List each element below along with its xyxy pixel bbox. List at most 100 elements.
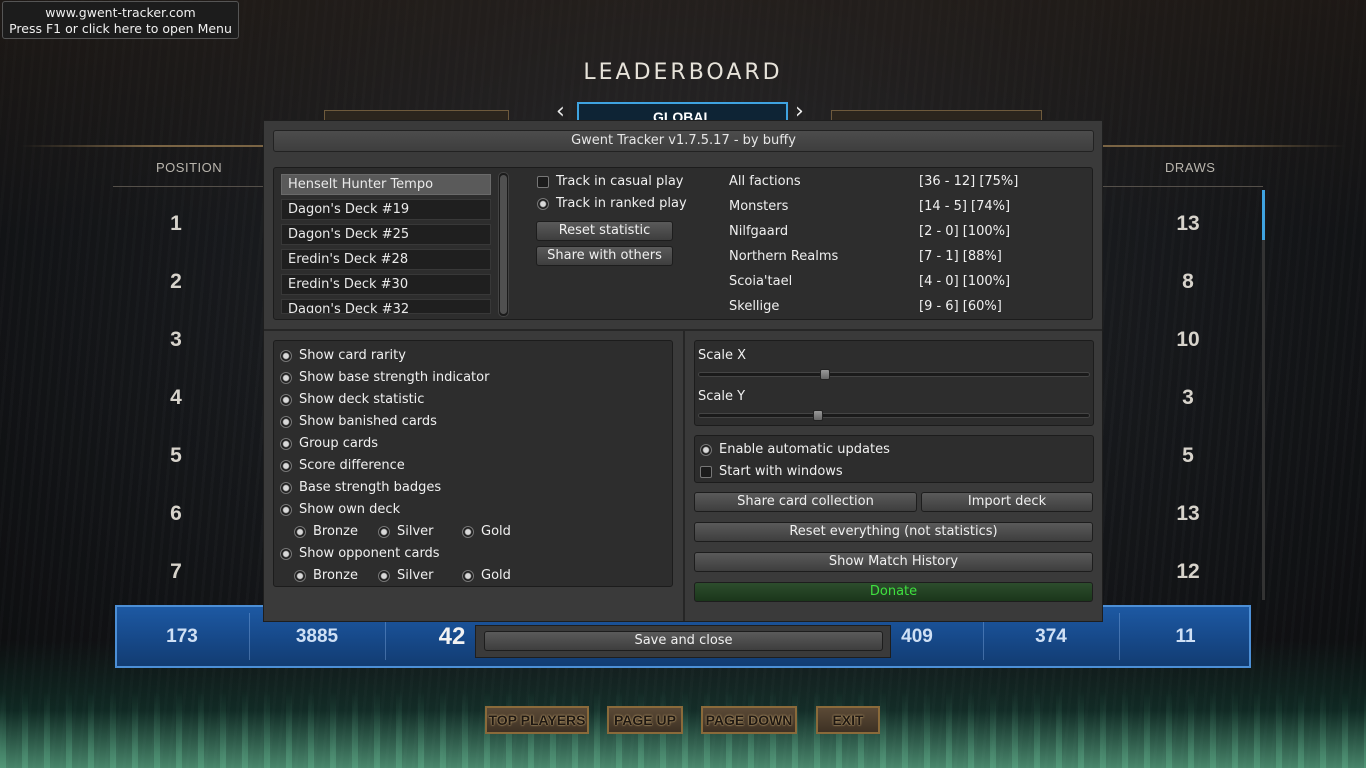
show-deck-statistic-option[interactable]: Show deck statistic <box>280 392 424 407</box>
deck-list-item[interactable]: Henselt Hunter Tempo <box>281 174 491 195</box>
deck-list-item[interactable]: Dagon's Deck #19 <box>281 199 491 220</box>
own-silver-option[interactable]: Silver <box>378 524 434 539</box>
draws-cell: 13 <box>1176 502 1200 525</box>
option-label: Show deck statistic <box>299 392 425 407</box>
faction-name: Monsters <box>729 199 789 214</box>
position-cell: 5 <box>170 444 182 467</box>
position-cell: 1 <box>170 212 182 235</box>
radio-icon <box>280 547 292 560</box>
track-ranked-checkbox[interactable]: Track in ranked play <box>537 196 687 211</box>
scrollbar-thumb[interactable] <box>1262 190 1265 240</box>
option-label: Score difference <box>299 458 405 473</box>
reset-statistic-button[interactable]: Reset statistic <box>536 221 673 241</box>
faction-name: Skellige <box>729 299 780 314</box>
page-up-button[interactable]: PAGE UP <box>607 706 683 734</box>
tracker-info-banner[interactable]: www.gwent-tracker.com Press F1 or click … <box>2 1 239 39</box>
start-with-windows-option[interactable]: Start with windows <box>700 464 843 479</box>
faction-name: All factions <box>729 174 801 189</box>
group-cards-option[interactable]: Group cards <box>280 436 378 451</box>
save-and-close-button[interactable]: Save and close <box>484 631 883 651</box>
faction-record: [7 - 1] [88%] <box>919 249 1002 264</box>
scale-x-slider-handle[interactable] <box>820 369 831 380</box>
reset-everything-button[interactable]: Reset everything (not statistics) <box>694 522 1093 542</box>
exit-button[interactable]: EXIT <box>816 706 880 734</box>
deck-list-scrollbar[interactable] <box>498 172 509 317</box>
deck-list-item[interactable]: Eredin's Deck #30 <box>281 274 491 295</box>
track-casual-checkbox[interactable]: Track in casual play <box>537 174 684 189</box>
deck-list-item[interactable]: Eredin's Deck #28 <box>281 249 491 270</box>
show-base-strength-indicator-option[interactable]: Show base strength indicator <box>280 370 489 385</box>
radio-icon <box>280 415 292 428</box>
opponent-gold-option[interactable]: Gold <box>462 568 511 583</box>
tracker-hint: Press F1 or click here to open Menu <box>9 21 232 36</box>
faction-record: [14 - 5] [74%] <box>919 199 1011 214</box>
deck-stats-panel: Henselt Hunter Tempo Dagon's Deck #19 Dago… <box>273 167 1093 320</box>
opponent-bronze-option[interactable]: Bronze <box>294 568 358 583</box>
tracker-title: Gwent Tracker v1.7.5.17 - by buffy <box>273 130 1094 152</box>
show-match-history-button[interactable]: Show Match History <box>694 552 1093 572</box>
option-label: Enable automatic updates <box>719 442 890 457</box>
own-gold-option[interactable]: Gold <box>462 524 511 539</box>
radio-icon <box>462 569 474 582</box>
option-label: Gold <box>481 568 511 583</box>
faction-record: [2 - 0] [100%] <box>919 224 1011 239</box>
base-strength-badges-option[interactable]: Base strength badges <box>280 480 441 495</box>
show-opponent-cards-option[interactable]: Show opponent cards <box>280 546 440 561</box>
top-players-button[interactable]: TOP PLAYERS <box>485 706 589 734</box>
page-down-button[interactable]: PAGE DOWN <box>701 706 797 734</box>
option-label: Bronze <box>313 524 358 539</box>
scale-x-label: Scale X <box>698 348 747 363</box>
share-with-others-button[interactable]: Share with others <box>536 246 673 266</box>
deck-list-item[interactable]: Dagon's Deck #32 <box>281 299 491 314</box>
import-deck-button[interactable]: Import deck <box>921 492 1093 512</box>
option-label: Show banished cards <box>299 414 437 429</box>
leaderboard-title: LEADERBOARD <box>583 60 783 85</box>
radio-icon <box>280 393 292 406</box>
show-own-deck-option[interactable]: Show own deck <box>280 502 400 517</box>
radio-icon <box>700 443 712 456</box>
checkbox-icon <box>537 197 549 210</box>
opponent-silver-option[interactable]: Silver <box>378 568 434 583</box>
draws-cell: 12 <box>1176 560 1200 583</box>
column-underline <box>113 186 263 187</box>
checkbox-icon <box>537 175 549 188</box>
radio-icon <box>294 525 306 538</box>
option-label: Start with windows <box>719 464 843 479</box>
save-bar: Save and close <box>475 625 891 658</box>
draws-cell: 3 <box>1182 386 1194 409</box>
scale-y-label: Scale Y <box>698 389 746 404</box>
option-label: Silver <box>397 568 434 583</box>
scale-y-slider[interactable] <box>698 413 1090 418</box>
column-underline <box>1103 186 1263 187</box>
radio-icon <box>280 371 292 384</box>
score-difference-option[interactable]: Score difference <box>280 458 405 473</box>
faction-record: [36 - 12] [75%] <box>919 174 1019 189</box>
donate-button[interactable]: Donate <box>694 582 1093 602</box>
option-label: Show card rarity <box>299 348 406 363</box>
scrollbar-thumb[interactable] <box>500 175 507 314</box>
own-bronze-option[interactable]: Bronze <box>294 524 358 539</box>
scale-y-slider-handle[interactable] <box>812 410 823 421</box>
enable-updates-option[interactable]: Enable automatic updates <box>700 442 890 457</box>
position-cell: 3 <box>170 328 182 351</box>
option-label: Silver <box>397 524 434 539</box>
show-card-rarity-option[interactable]: Show card rarity <box>280 348 406 363</box>
option-label: Group cards <box>299 436 378 451</box>
player-cell-7: 11 <box>1175 626 1196 647</box>
scale-x-slider[interactable] <box>698 372 1090 377</box>
faction-record: [4 - 0] [100%] <box>919 274 1011 289</box>
share-card-collection-button[interactable]: Share card collection <box>694 492 917 512</box>
deck-list-item[interactable]: Dagon's Deck #25 <box>281 224 491 245</box>
draws-cell: 8 <box>1182 270 1194 293</box>
radio-icon <box>294 569 306 582</box>
option-label: Gold <box>481 524 511 539</box>
player-position: 173 <box>166 626 198 647</box>
tracker-url: www.gwent-tracker.com <box>45 5 196 20</box>
column-header-draws: DRAWS <box>1165 160 1216 175</box>
show-banished-cards-option[interactable]: Show banished cards <box>280 414 437 429</box>
leaderboard-scrollbar[interactable] <box>1262 190 1265 600</box>
position-cell: 6 <box>170 502 182 525</box>
column-header-position: POSITION <box>156 160 223 175</box>
faction-record: [9 - 6] [60%] <box>919 299 1002 314</box>
green-flames <box>0 690 1366 768</box>
